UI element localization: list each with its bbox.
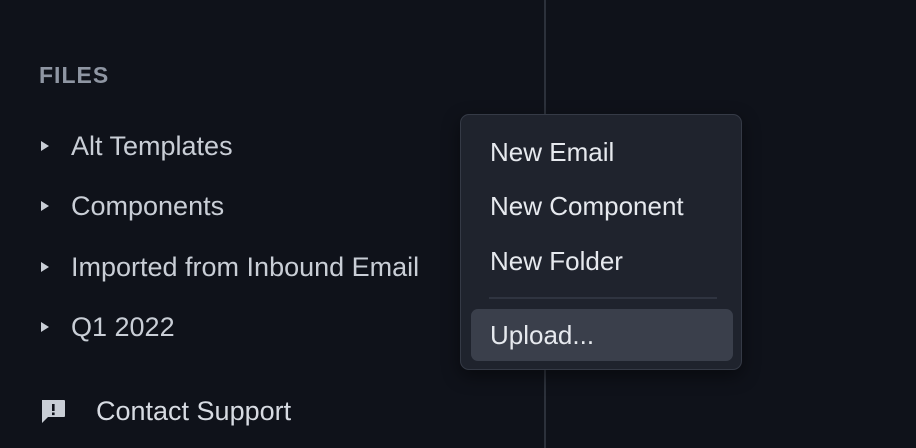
contact-support-link[interactable]: Contact Support <box>39 391 291 431</box>
caret-right-icon[interactable] <box>41 322 49 332</box>
folder-item-alt-templates[interactable]: Alt Templates <box>36 126 233 166</box>
folder-label: Q1 2022 <box>71 311 175 342</box>
caret-right-icon[interactable] <box>41 201 49 211</box>
menu-item-new-component[interactable]: New Component <box>471 180 733 232</box>
context-menu: New Email New Component New Folder Uploa… <box>460 114 742 370</box>
caret-right-icon[interactable] <box>41 141 49 151</box>
app-root: FILES Alt Templates Components Imported … <box>0 0 916 448</box>
contact-support-label: Contact Support <box>96 395 292 426</box>
folder-item-q1-2022[interactable]: Q1 2022 <box>36 307 175 347</box>
folder-item-imported-from-inbound-email[interactable]: Imported from Inbound Email <box>36 247 419 287</box>
folder-label: Components <box>71 190 225 221</box>
menu-item-upload[interactable]: Upload... <box>471 309 733 361</box>
files-section-header: FILES <box>39 62 110 88</box>
folder-item-components[interactable]: Components <box>36 186 224 226</box>
feedback-icon <box>42 400 65 423</box>
menu-item-new-email[interactable]: New Email <box>471 126 733 178</box>
menu-item-new-folder[interactable]: New Folder <box>471 235 733 287</box>
folder-label: Alt Templates <box>71 130 233 161</box>
menu-separator <box>489 297 717 299</box>
folder-label: Imported from Inbound Email <box>71 251 420 282</box>
caret-right-icon[interactable] <box>41 262 49 272</box>
